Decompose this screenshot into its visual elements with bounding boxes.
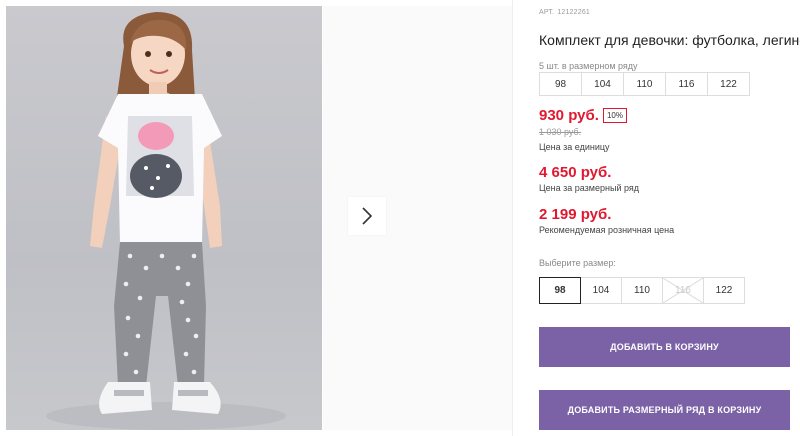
size-option-98[interactable]: 98 [539, 277, 581, 304]
discount-badge: 10% [602, 108, 627, 123]
gallery-next-button[interactable] [348, 197, 386, 235]
article-label: АРТ. [539, 9, 555, 16]
girl-illustration [46, 12, 286, 430]
size-option-label: 116 [675, 285, 691, 296]
column-divider [512, 0, 513, 436]
size-row-price-label: Цена за размерный ряд [539, 183, 640, 193]
product-gallery [0, 0, 512, 436]
product-photo[interactable] [6, 6, 322, 430]
article-value: 12122261 [557, 9, 591, 16]
size-row-price: 4 650 руб. [539, 164, 612, 181]
article-number: АРТ. 12122261 [539, 9, 593, 16]
size-option-110[interactable]: 110 [621, 277, 663, 304]
size-option-116: 116 [662, 277, 704, 304]
size-row-cell: 104 [581, 72, 624, 96]
size-row-cell: 116 [665, 72, 708, 96]
size-row-hint: 5 шт. в размерном ряду [539, 61, 638, 71]
add-to-cart-button[interactable]: ДОБАВИТЬ В КОРЗИНУ [539, 327, 790, 367]
size-row-cell: 122 [707, 72, 750, 96]
product-info: АРТ. 12122261 Комплект для девочки: футбо… [539, 0, 800, 436]
price-row: 930 руб. 10% [539, 107, 627, 124]
old-price: 1 030 руб. [539, 127, 582, 137]
size-option-104[interactable]: 104 [580, 277, 622, 304]
size-option-122[interactable]: 122 [703, 277, 745, 304]
unit-price-label: Цена за единицу [539, 142, 610, 152]
chevron-right-icon [361, 207, 373, 225]
product-title: Комплект для девочки: футболка, легинсы [539, 32, 800, 48]
size-selector: 98 104 110 116 122 [539, 277, 745, 304]
recommended-retail-price-label: Рекомендуемая розничная цена [539, 225, 675, 235]
recommended-retail-price: 2 199 руб. [539, 206, 612, 223]
size-row-cell: 98 [539, 72, 582, 96]
unit-price: 930 руб. [539, 107, 599, 124]
choose-size-label: Выберите размер: [539, 258, 616, 268]
size-row-cell: 110 [623, 72, 666, 96]
size-row-grid: 98 104 110 116 122 [539, 72, 750, 96]
add-size-row-to-cart-button[interactable]: ДОБАВИТЬ РАЗМЕРНЫЙ РЯД В КОРЗИНУ [539, 390, 790, 430]
